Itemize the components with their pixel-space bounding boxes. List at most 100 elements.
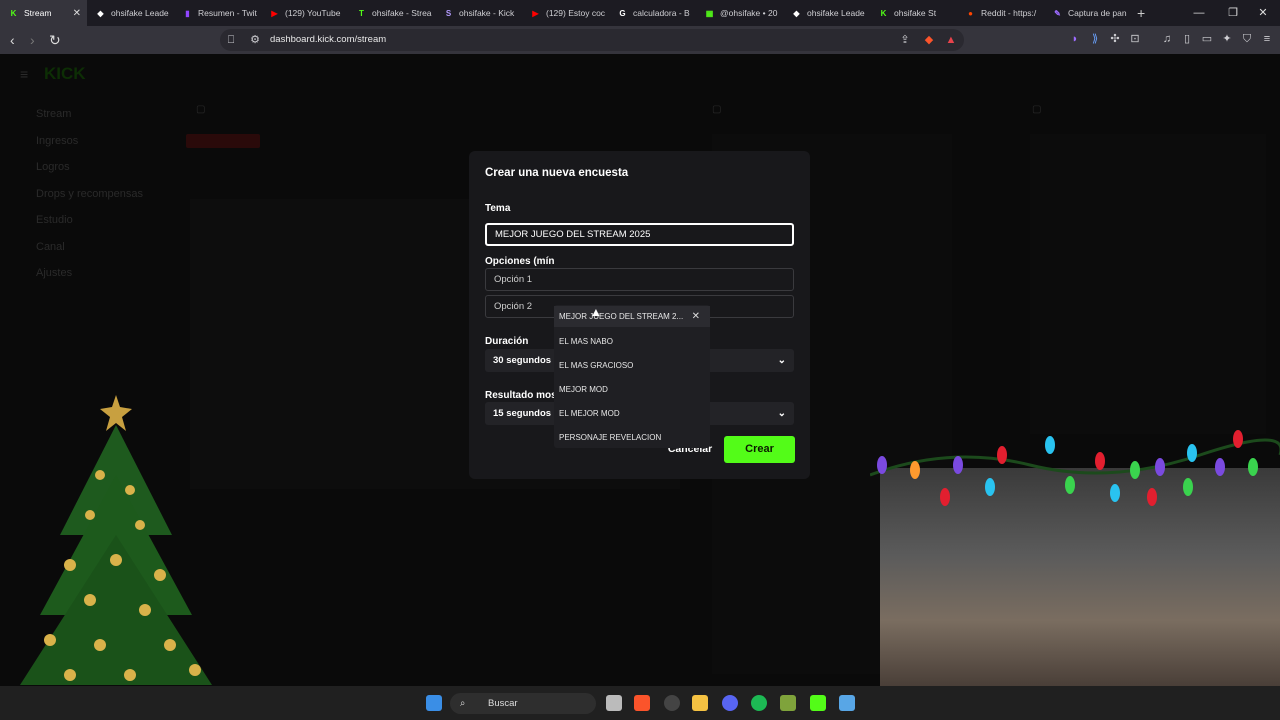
- sidebar-item[interactable]: Ajustes: [36, 267, 72, 279]
- browser-tab[interactable]: Tohsifake - Strea: [348, 0, 435, 26]
- minimize-icon[interactable]: —: [1182, 0, 1216, 26]
- tab-favicon-icon: ▦: [705, 8, 714, 18]
- sidebar-toggle-icon[interactable]: ▯: [1180, 32, 1194, 46]
- tab-label: ohsifake St: [894, 8, 937, 18]
- autocomplete-item[interactable]: EL MEJOR MOD: [559, 409, 620, 418]
- browser-tab[interactable]: Gcalculadora - B: [609, 0, 696, 26]
- autocomplete-dropdown: MEJOR JUEGO DEL STREAM 2... ✕ EL MAS NAB…: [554, 305, 710, 448]
- browser-tab[interactable]: Sohsifake - Kick: [435, 0, 522, 26]
- tab-favicon-icon: S: [445, 8, 452, 18]
- tab-favicon-icon: ▶: [532, 8, 539, 18]
- tab-label: ohsifake Leade: [111, 8, 169, 18]
- tab-label: calculadora - B: [633, 8, 690, 18]
- chat-panel: ▢: [712, 104, 722, 115]
- spotify-icon[interactable]: [751, 695, 767, 711]
- duration-value: 30 segundos: [493, 355, 552, 366]
- mouse-cursor-icon: ▲: [590, 305, 602, 319]
- close-window-icon[interactable]: ✕: [1246, 0, 1280, 26]
- search-icon: ⌕: [460, 698, 466, 709]
- browser-tab[interactable]: ◆ ohsifake Leade: [783, 0, 870, 26]
- result-duration-value: 15 segundos: [493, 408, 552, 419]
- site-info-icon[interactable]: ⚙: [248, 33, 262, 47]
- tab-label: ohsifake Leade: [807, 8, 865, 18]
- close-icon[interactable]: ✕: [692, 306, 700, 327]
- translate-icon[interactable]: ⟫: [1088, 32, 1102, 46]
- rewards-icon[interactable]: ▲: [944, 33, 958, 47]
- channel-actions: [1030, 134, 1266, 434]
- tab-favicon-icon: ✎: [1054, 8, 1061, 18]
- new-tab-icon[interactable]: +: [1137, 5, 1145, 21]
- sidebar-item[interactable]: Ingresos: [36, 135, 78, 147]
- sidebar-item[interactable]: Canal: [36, 241, 65, 253]
- back-icon[interactable]: ‹: [10, 26, 15, 54]
- windows-start-icon[interactable]: [426, 695, 442, 711]
- maximize-icon[interactable]: ❐: [1216, 0, 1250, 26]
- tab-favicon-icon: ●: [968, 8, 973, 18]
- address-bar[interactable]: ⎕ ⚙ dashboard.kick.com/stream ⇪ ◆ ▲: [220, 29, 964, 51]
- bookmark-icon[interactable]: ⎕: [224, 33, 238, 47]
- music-icon[interactable]: ♫: [1160, 32, 1174, 46]
- screenshot-icon[interactable]: ⊡: [1128, 32, 1142, 46]
- leo-ai-icon[interactable]: ✦: [1220, 32, 1234, 46]
- extension-icon[interactable]: ◗: [1068, 32, 1082, 46]
- browser-tab-bar: K Stream ✕ ◆ ohsifake Leade ▮ Resumen - Twit ▶ (…: [0, 0, 1280, 26]
- autocomplete-item[interactable]: MEJOR JUEGO DEL STREAM 2... ✕: [554, 306, 710, 327]
- sidebar-item[interactable]: Stream: [36, 108, 71, 120]
- discord-icon[interactable]: [722, 695, 738, 711]
- browser-tab[interactable]: K Stream ✕: [0, 0, 87, 26]
- tab-label: Resumen - Twit: [198, 8, 257, 18]
- vpn-icon[interactable]: ⛉: [1240, 32, 1254, 46]
- dialog-title: Crear una nueva encuesta: [485, 167, 629, 179]
- wallet-icon[interactable]: ▭: [1200, 32, 1214, 46]
- close-tab-icon[interactable]: ✕: [73, 8, 81, 19]
- brave-browser-icon[interactable]: [634, 695, 650, 711]
- duration-label: Duración: [485, 336, 529, 347]
- create-button[interactable]: Crear: [724, 436, 795, 463]
- brave-shield-icon[interactable]: ◆: [922, 33, 936, 47]
- notepad-icon[interactable]: [780, 695, 796, 711]
- kick-app-icon[interactable]: [810, 695, 826, 711]
- tab-label: (129) Estoy coc: [546, 8, 606, 18]
- menu-icon[interactable]: ≡: [1260, 32, 1274, 46]
- option-1-input[interactable]: Opción 1: [485, 268, 794, 291]
- reload-icon[interactable]: ↻: [49, 26, 61, 54]
- browser-tab[interactable]: ▦ @ohsifake • 20: [696, 0, 783, 26]
- autocomplete-item[interactable]: MEJOR MOD: [559, 385, 608, 394]
- options-label: Opciones (mín: [485, 256, 555, 267]
- browser-tab[interactable]: ▮ Resumen - Twit: [174, 0, 261, 26]
- task-view-icon[interactable]: [606, 695, 622, 711]
- tab-favicon-icon: G: [619, 8, 626, 18]
- autocomplete-item[interactable]: EL MAS GRACIOSO: [559, 361, 633, 370]
- tab-label: Reddit - https:/: [981, 8, 1037, 18]
- autocomplete-item[interactable]: EL MAS NABO: [559, 337, 613, 346]
- session-info-panel: ▢: [196, 104, 206, 115]
- christmas-tree-overlay: [20, 395, 212, 685]
- autocomplete-item[interactable]: PERSONAJE REVELACION: [559, 433, 661, 442]
- extensions-puzzle-icon[interactable]: ✣: [1108, 32, 1122, 46]
- share-icon[interactable]: ⇪: [898, 33, 912, 47]
- notes-icon[interactable]: [839, 695, 855, 711]
- chevron-down-icon: ⌄: [777, 355, 786, 366]
- obs-icon[interactable]: [664, 695, 680, 711]
- topic-input[interactable]: MEJOR JUEGO DEL STREAM 2025: [485, 223, 794, 246]
- browser-tab[interactable]: ▶ (129) YouTube: [261, 0, 348, 26]
- browser-tab[interactable]: Kohsifake St: [870, 0, 957, 26]
- tab-favicon-icon: K: [10, 8, 17, 18]
- browser-tab[interactable]: ▶ (129) Estoy coc: [522, 0, 609, 26]
- topic-label: Tema: [485, 203, 511, 214]
- sidebar-item[interactable]: Logros: [36, 161, 70, 173]
- forward-icon[interactable]: ›: [30, 26, 35, 54]
- sidebar-item[interactable]: Drops y recompensas: [36, 188, 143, 200]
- sidebar-item[interactable]: Estudio: [36, 214, 73, 226]
- hamburger-icon[interactable]: ≡: [20, 66, 28, 82]
- kick-logo: KICK: [44, 64, 86, 83]
- file-explorer-icon[interactable]: [692, 695, 708, 711]
- tab-label: ohsifake - Kick: [459, 8, 515, 18]
- autocomplete-item-label: MEJOR JUEGO DEL STREAM 2...: [559, 312, 684, 321]
- taskbar-search[interactable]: ⌕ Buscar: [450, 693, 596, 714]
- browser-tab[interactable]: ● Reddit - https:/: [957, 0, 1044, 26]
- tab-favicon-icon: ▶: [271, 8, 278, 18]
- browser-tab[interactable]: ◆ ohsifake Leade: [87, 0, 174, 26]
- tab-label: Captura de pan: [1068, 8, 1127, 18]
- browser-tab[interactable]: ✎ Captura de pan: [1044, 0, 1131, 26]
